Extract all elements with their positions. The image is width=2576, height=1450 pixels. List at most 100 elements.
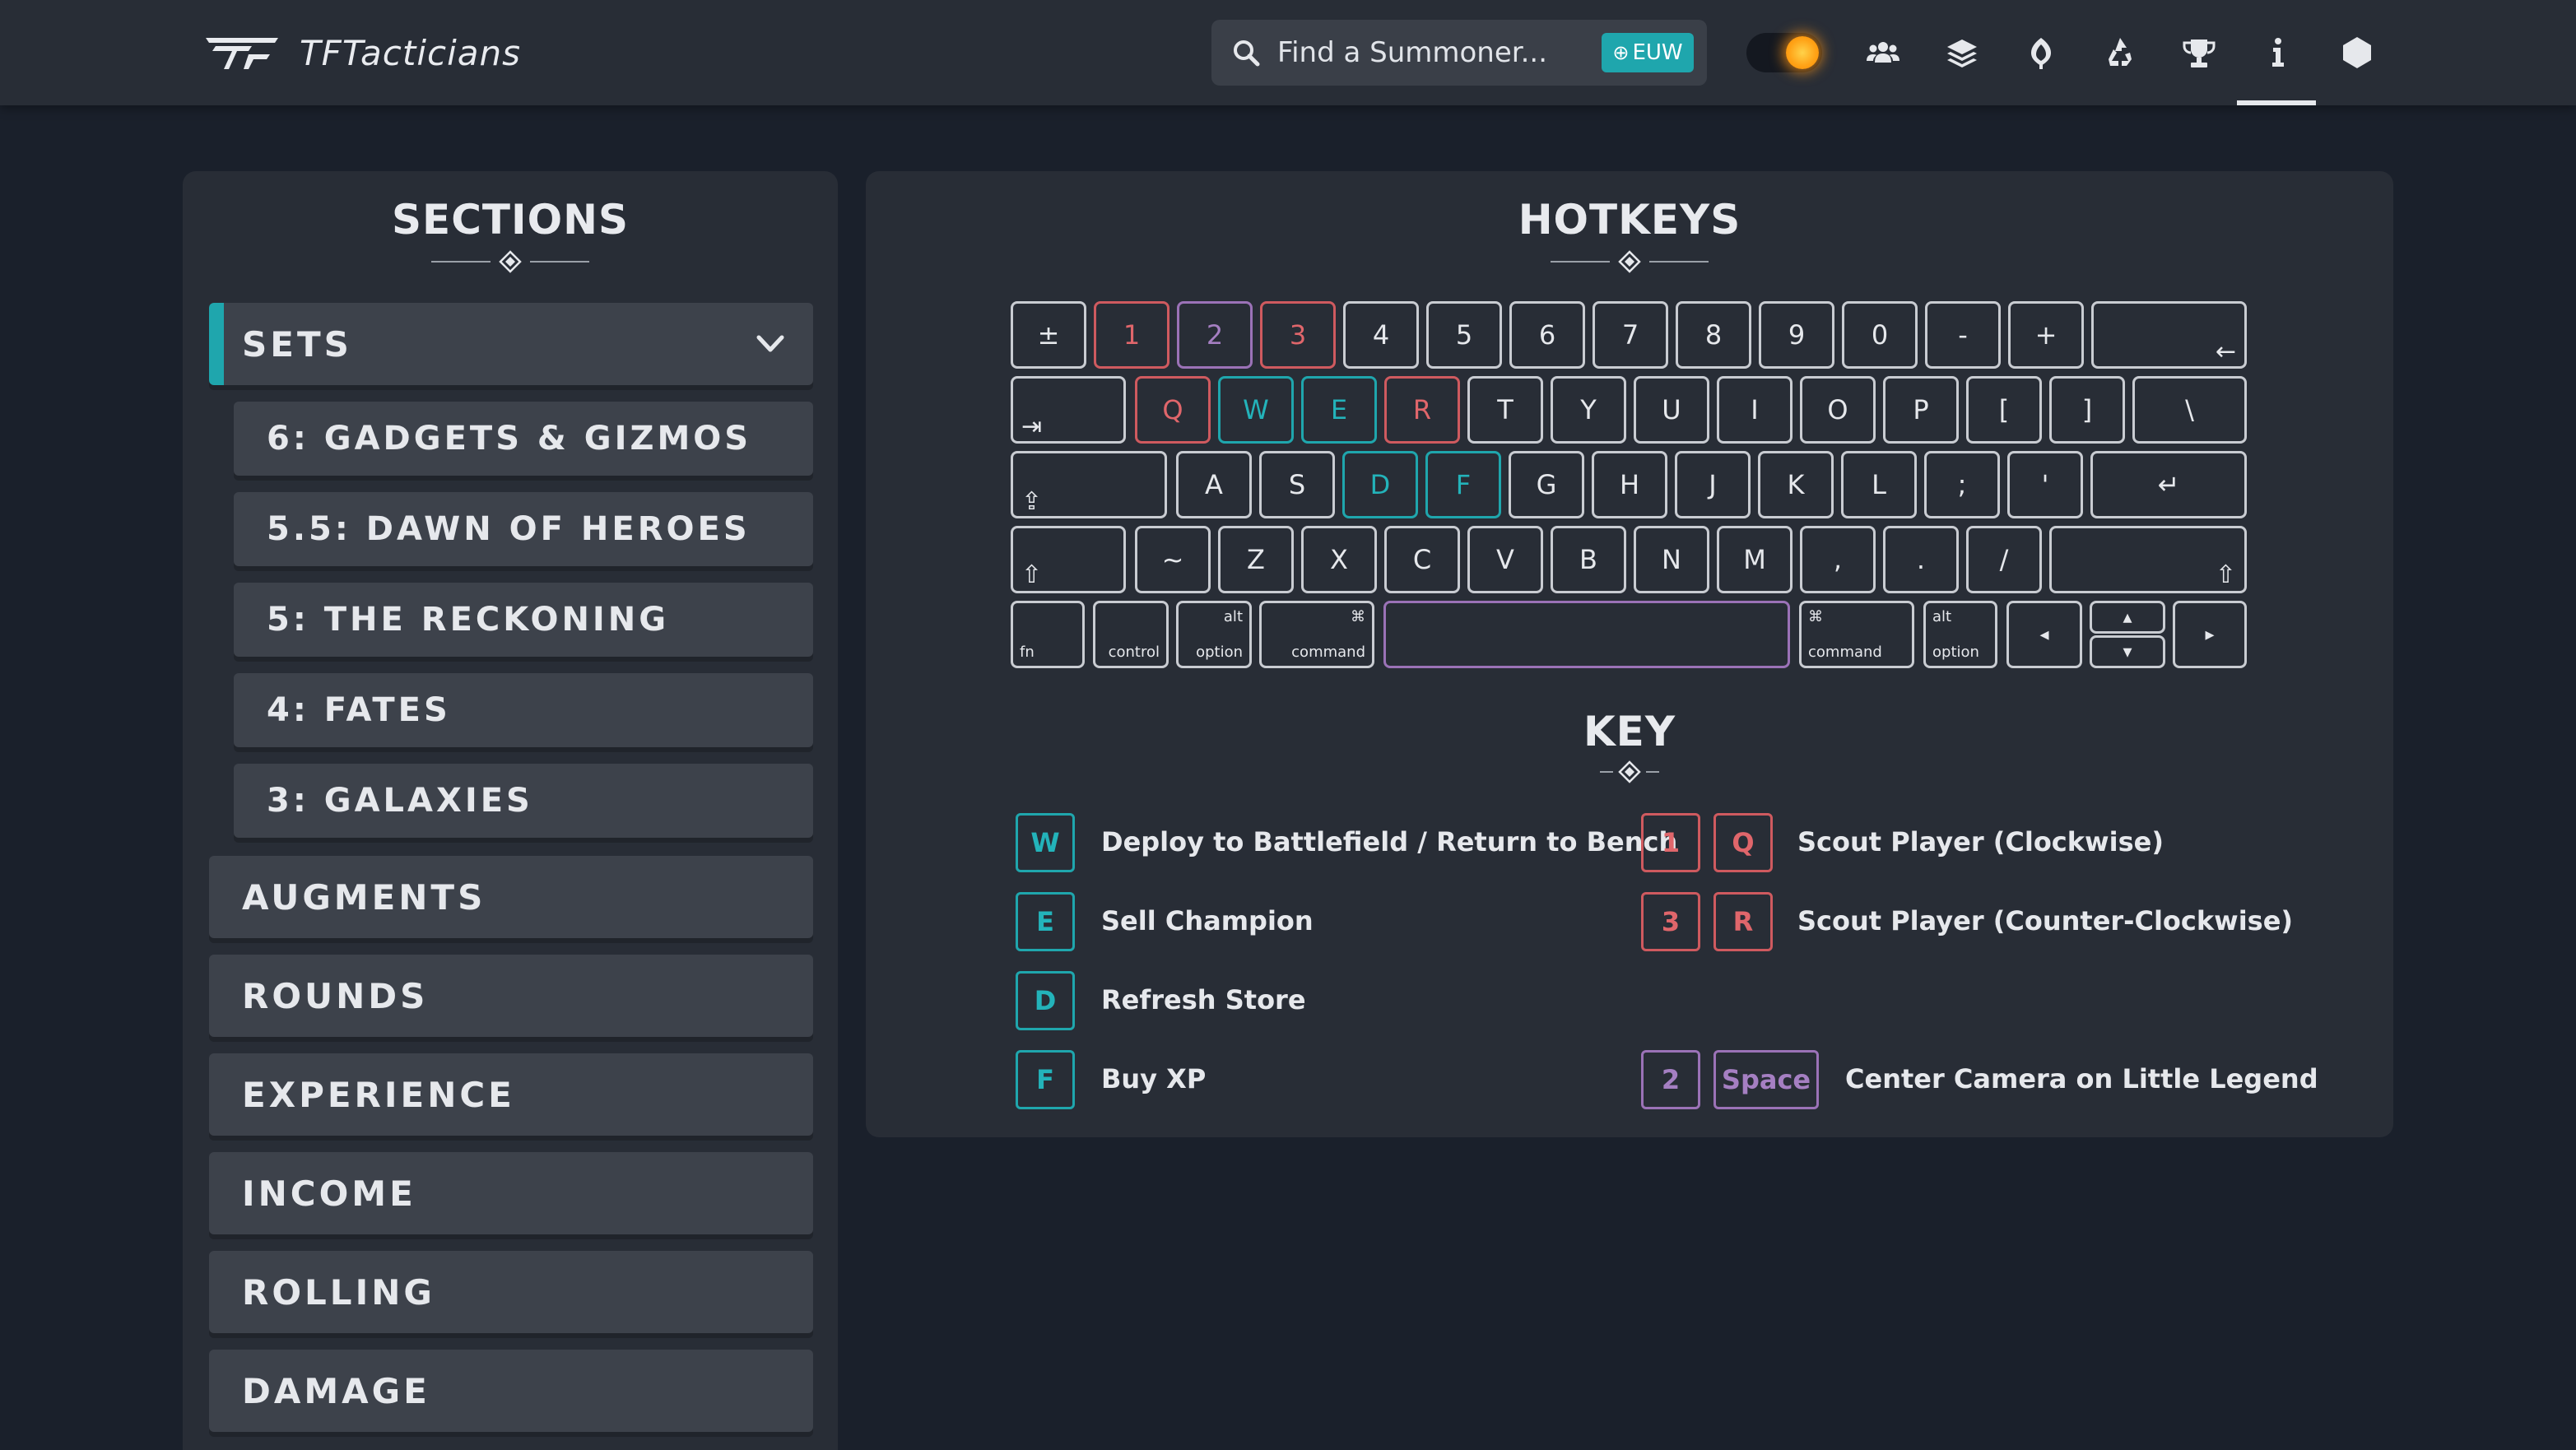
key-f: F [1425, 451, 1501, 518]
sub-section-set-5[interactable]: 5: THE RECKONING [234, 583, 813, 657]
key-tab: ⇥ [1011, 376, 1126, 444]
key-option-label: option [1932, 644, 1979, 661]
legend-key-r: R [1713, 892, 1773, 951]
legend-key-2: 2 [1641, 1050, 1700, 1109]
section-rolling[interactable]: ROLLING [209, 1251, 813, 1333]
key-d: D [1342, 451, 1418, 518]
legend-key-e: E [1016, 892, 1075, 951]
key-x: X [1301, 526, 1377, 593]
search-icon [1234, 40, 1260, 67]
legend-label-scout-clockwise: Scout Player (Clockwise) [1797, 826, 2164, 857]
title-ornament-icon [431, 250, 589, 273]
key-4: 4 [1343, 301, 1419, 369]
region-selector[interactable]: ⊕ EUW [1602, 33, 1694, 72]
command-symbol-icon: ⌘ [1351, 608, 1365, 625]
sub-section-set-6[interactable]: 6: GADGETS & GIZMOS [234, 402, 813, 476]
caps-lock-icon: ⇪ [1021, 487, 1043, 516]
key-backslash: \ [2132, 376, 2247, 444]
users-icon[interactable] [1862, 31, 1904, 74]
legend-label-deploy: Deploy to Battlefield / Return to Bench [1101, 826, 1678, 857]
key-i: I [1717, 376, 1793, 444]
sub-section-set-3[interactable]: 3: GALAXIES [234, 764, 813, 838]
key-left-shift: ⇧ [1011, 526, 1126, 593]
key-comma: , [1800, 526, 1876, 593]
key-u: U [1634, 376, 1709, 444]
key-title: KEY [1583, 708, 1676, 755]
key-control-label: control [1108, 644, 1160, 661]
key-a: A [1176, 451, 1252, 518]
info-icon[interactable] [2257, 31, 2299, 74]
summoner-search-input[interactable] [1277, 31, 1574, 74]
recycle-icon[interactable] [2099, 31, 2141, 74]
sun-icon [1786, 36, 1819, 69]
legend-label-refresh: Refresh Store [1101, 984, 1306, 1015]
chevron-down-icon[interactable] [754, 328, 787, 360]
legend-key-q: Q [1713, 813, 1773, 872]
key-h: H [1592, 451, 1667, 518]
tab-icon: ⇥ [1021, 412, 1043, 441]
legend-label-buy-xp: Buy XP [1101, 1063, 1207, 1094]
key-w: W [1218, 376, 1294, 444]
section-augments[interactable]: AUGMENTS [209, 856, 813, 938]
key-3: 3 [1260, 301, 1336, 369]
section-damage[interactable]: DAMAGE [209, 1350, 813, 1432]
key-option-label: option [1196, 644, 1243, 661]
legend-key-1: 1 [1641, 813, 1700, 872]
sub-section-set-5-5[interactable]: 5.5: DAWN OF HEROES [234, 492, 813, 566]
shift-icon: ⇧ [2215, 560, 2236, 589]
keyboard-diagram: ± 1 2 3 4 5 6 7 8 9 0 - + ← ⇥ Q W E R T … [1011, 301, 2247, 672]
legend-label-center-camera: Center Camera on Little Legend [1845, 1063, 2318, 1094]
legend-key-space: Space [1713, 1050, 1819, 1109]
legend-key-3: 3 [1641, 892, 1700, 951]
key-minus: - [1925, 301, 2001, 369]
section-rounds[interactable]: ROUNDS [209, 955, 813, 1037]
key-m: M [1717, 526, 1793, 593]
legend-key-d: D [1016, 971, 1075, 1030]
trophy-icon[interactable] [2178, 31, 2220, 74]
key-semicolon: ; [1924, 451, 2000, 518]
key-arrow-left: ◂ [2006, 601, 2082, 668]
key-command-label: command [1808, 644, 1882, 661]
key-b: B [1551, 526, 1626, 593]
active-nav-indicator [2237, 100, 2316, 105]
champions-icon[interactable] [2020, 31, 2062, 74]
key-1: 1 [1094, 301, 1169, 369]
layers-icon[interactable] [1941, 31, 1983, 74]
hotkeys-title: HOTKEYS [1518, 196, 1741, 244]
key-tilde: ~ [1135, 526, 1211, 593]
key-7: 7 [1593, 301, 1668, 369]
region-label: EUW [1632, 40, 1683, 65]
key-0: 0 [1842, 301, 1918, 369]
key-2: 2 [1177, 301, 1253, 369]
section-income[interactable]: INCOME [209, 1152, 813, 1234]
theme-toggle[interactable] [1746, 33, 1822, 72]
legend-label-sell: Sell Champion [1101, 905, 1314, 936]
section-experience[interactable]: EXPERIENCE [209, 1053, 813, 1136]
hexagon-icon[interactable] [2336, 31, 2378, 74]
key-space [1383, 601, 1790, 668]
key-r: R [1384, 376, 1460, 444]
key-right-command: ⌘ command [1799, 601, 1914, 668]
globe-icon: ⊕ [1612, 41, 1630, 64]
key-control: control [1093, 601, 1169, 668]
legend-label-scout-counter: Scout Player (Counter-Clockwise) [1797, 905, 2294, 936]
shift-icon: ⇧ [1021, 560, 1043, 589]
key-left-option: alt option [1176, 601, 1252, 668]
title-ornament-icon [1551, 250, 1709, 273]
key-9: 9 [1759, 301, 1834, 369]
key-ornament-icon [1600, 760, 1659, 783]
key-8: 8 [1676, 301, 1751, 369]
key-slash: / [1966, 526, 2042, 593]
brand[interactable]: TFTacticians [204, 31, 521, 74]
key-left-bracket: [ [1966, 376, 2042, 444]
key-left-command: ⌘ command [1259, 601, 1374, 668]
key-right-option: alt option [1923, 601, 1997, 668]
key-y: Y [1551, 376, 1626, 444]
key-q: Q [1135, 376, 1211, 444]
section-sets[interactable]: SETS [209, 303, 813, 385]
key-c: C [1384, 526, 1460, 593]
key-j: J [1675, 451, 1751, 518]
sub-section-set-4[interactable]: 4: FATES [234, 673, 813, 747]
sections-title: SECTIONS [392, 196, 629, 244]
key-fn: fn [1011, 601, 1085, 668]
